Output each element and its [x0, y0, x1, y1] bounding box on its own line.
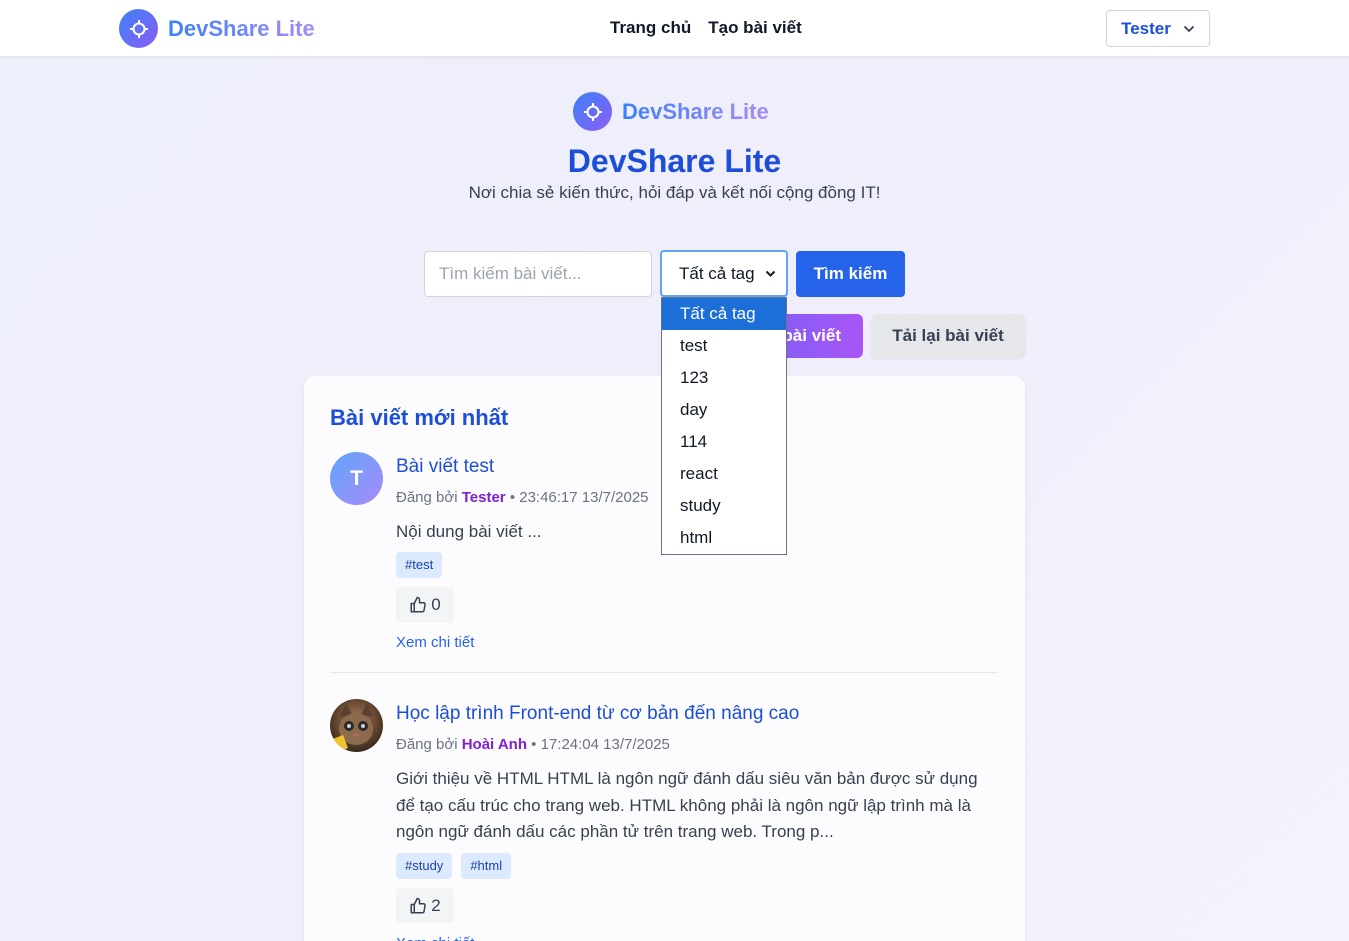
post-tags: #test [396, 552, 443, 578]
tag-option-html[interactable]: html [662, 522, 786, 554]
tag-option-all[interactable]: Tất cả tag [662, 298, 786, 330]
nav-links: Trang chủ Tạo bài viết [610, 18, 802, 38]
posts-section-title: Bài viết mới nhất [330, 405, 509, 430]
posted-by-label: Đăng bởi [396, 489, 458, 506]
post-tags: #study #html [396, 853, 512, 879]
thumbs-up-icon [410, 596, 427, 612]
user-name: Tester [1121, 18, 1171, 38]
post-meta: Đăng bởi Tester • 23:46:17 13/7/2025 [396, 489, 649, 506]
post-time: • 17:24:04 13/7/2025 [531, 736, 670, 753]
top-navbar: DevShare Lite Trang chủ Tạo bài viết Tes… [0, 0, 1349, 57]
post-divider [330, 672, 998, 673]
avatar-cat-photo [330, 699, 383, 752]
crosshair-logo-icon [119, 9, 158, 48]
search-input[interactable] [424, 251, 652, 297]
tag-badge[interactable]: #html [461, 853, 512, 879]
hero-brand: DevShare Lite [573, 92, 769, 131]
user-menu-button[interactable]: Tester [1106, 10, 1210, 47]
tag-option-day[interactable]: day [662, 394, 786, 426]
like-button[interactable]: 2 [396, 888, 454, 923]
reload-posts-button[interactable]: Tải lại bài viết [871, 314, 1025, 358]
post-item: Học lập trình Front-end từ cơ bản đến nâ… [330, 699, 1000, 941]
tag-option-114[interactable]: 114 [662, 426, 786, 458]
tag-badge[interactable]: #study [396, 853, 453, 879]
page-title: DevShare Lite [567, 143, 782, 179]
tag-option-123[interactable]: 123 [662, 362, 786, 394]
view-detail-link[interactable]: Xem chi tiết [396, 634, 474, 651]
tag-dropdown-list: Tất cả tag test 123 day 114 react study … [661, 297, 787, 555]
search-button[interactable]: Tìm kiếm [796, 251, 905, 297]
post-title-link[interactable]: Bài viết test [396, 456, 494, 478]
post-title-link[interactable]: Học lập trình Front-end từ cơ bản đến nâ… [396, 703, 799, 725]
view-detail-link[interactable]: Xem chi tiết [396, 935, 474, 941]
cat-photo-icon [330, 703, 373, 752]
navbar-brand[interactable]: DevShare Lite [119, 9, 315, 48]
hero-brand-name: DevShare Lite [622, 98, 769, 124]
nav-link-home[interactable]: Trang chủ [610, 18, 691, 38]
avatar: T [330, 452, 383, 505]
page-subtitle: Nơi chia sẻ kiến thức, hỏi đáp và kết nố… [468, 183, 881, 202]
chevron-down-icon [1183, 25, 1195, 32]
post-meta: Đăng bởi Hoài Anh • 17:24:04 13/7/2025 [396, 736, 670, 753]
tag-option-test[interactable]: test [662, 330, 786, 362]
nav-link-create-post[interactable]: Tạo bài viết [708, 18, 802, 38]
chevron-down-icon [765, 270, 776, 277]
like-button[interactable]: 0 [396, 587, 454, 622]
tag-option-study[interactable]: study [662, 490, 786, 522]
post-excerpt: Giới thiệu về HTML HTML là ngôn ngữ đánh… [396, 769, 978, 841]
crosshair-logo-icon [573, 92, 612, 131]
tag-filter-select[interactable]: Tất cả tag [660, 250, 788, 297]
posted-by-label: Đăng bởi [396, 736, 458, 753]
tag-option-react[interactable]: react [662, 458, 786, 490]
thumbs-up-icon [410, 897, 427, 913]
like-count: 0 [431, 594, 441, 614]
post-author[interactable]: Hoài Anh [462, 736, 527, 753]
brand-name: DevShare Lite [168, 15, 315, 41]
post-time: • 23:46:17 13/7/2025 [509, 489, 649, 506]
post-author[interactable]: Tester [462, 489, 506, 506]
tag-badge[interactable]: #test [396, 552, 443, 578]
tag-select-value: Tất cả tag [679, 263, 755, 283]
like-count: 2 [431, 895, 441, 915]
